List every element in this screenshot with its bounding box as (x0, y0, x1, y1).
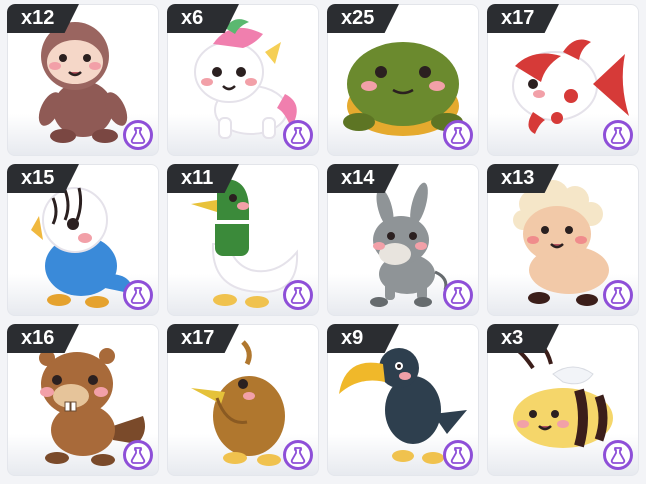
pet-card-frog[interactable]: x25 (327, 4, 479, 156)
pet-card-toucan[interactable]: x9 (327, 324, 479, 476)
pet-card-bee[interactable]: x3 (487, 324, 639, 476)
potion-icon (283, 280, 313, 310)
potion-icon (603, 120, 633, 150)
pet-card-budgie[interactable]: x15 (7, 164, 159, 316)
pet-inventory-grid: x12 x6 x25 x17 x15 x11 x14 x13 x16 x17 x… (0, 0, 646, 484)
potion-icon (443, 440, 473, 470)
potion-icon (123, 440, 153, 470)
pet-card-sloth[interactable]: x12 (7, 4, 159, 156)
pet-card-mallard-duck[interactable]: x11 (167, 164, 319, 316)
pet-card-kiwi[interactable]: x17 (167, 324, 319, 476)
potion-icon (283, 120, 313, 150)
potion-icon (123, 280, 153, 310)
pet-card-donkey[interactable]: x14 (327, 164, 479, 316)
pet-card-goldfish[interactable]: x17 (487, 4, 639, 156)
pet-card-sheep[interactable]: x13 (487, 164, 639, 316)
potion-icon (283, 440, 313, 470)
potion-icon (443, 120, 473, 150)
potion-icon (443, 280, 473, 310)
pet-card-unicorn[interactable]: x6 (167, 4, 319, 156)
potion-icon (123, 120, 153, 150)
potion-icon (603, 440, 633, 470)
potion-icon (603, 280, 633, 310)
pet-card-beaver[interactable]: x16 (7, 324, 159, 476)
